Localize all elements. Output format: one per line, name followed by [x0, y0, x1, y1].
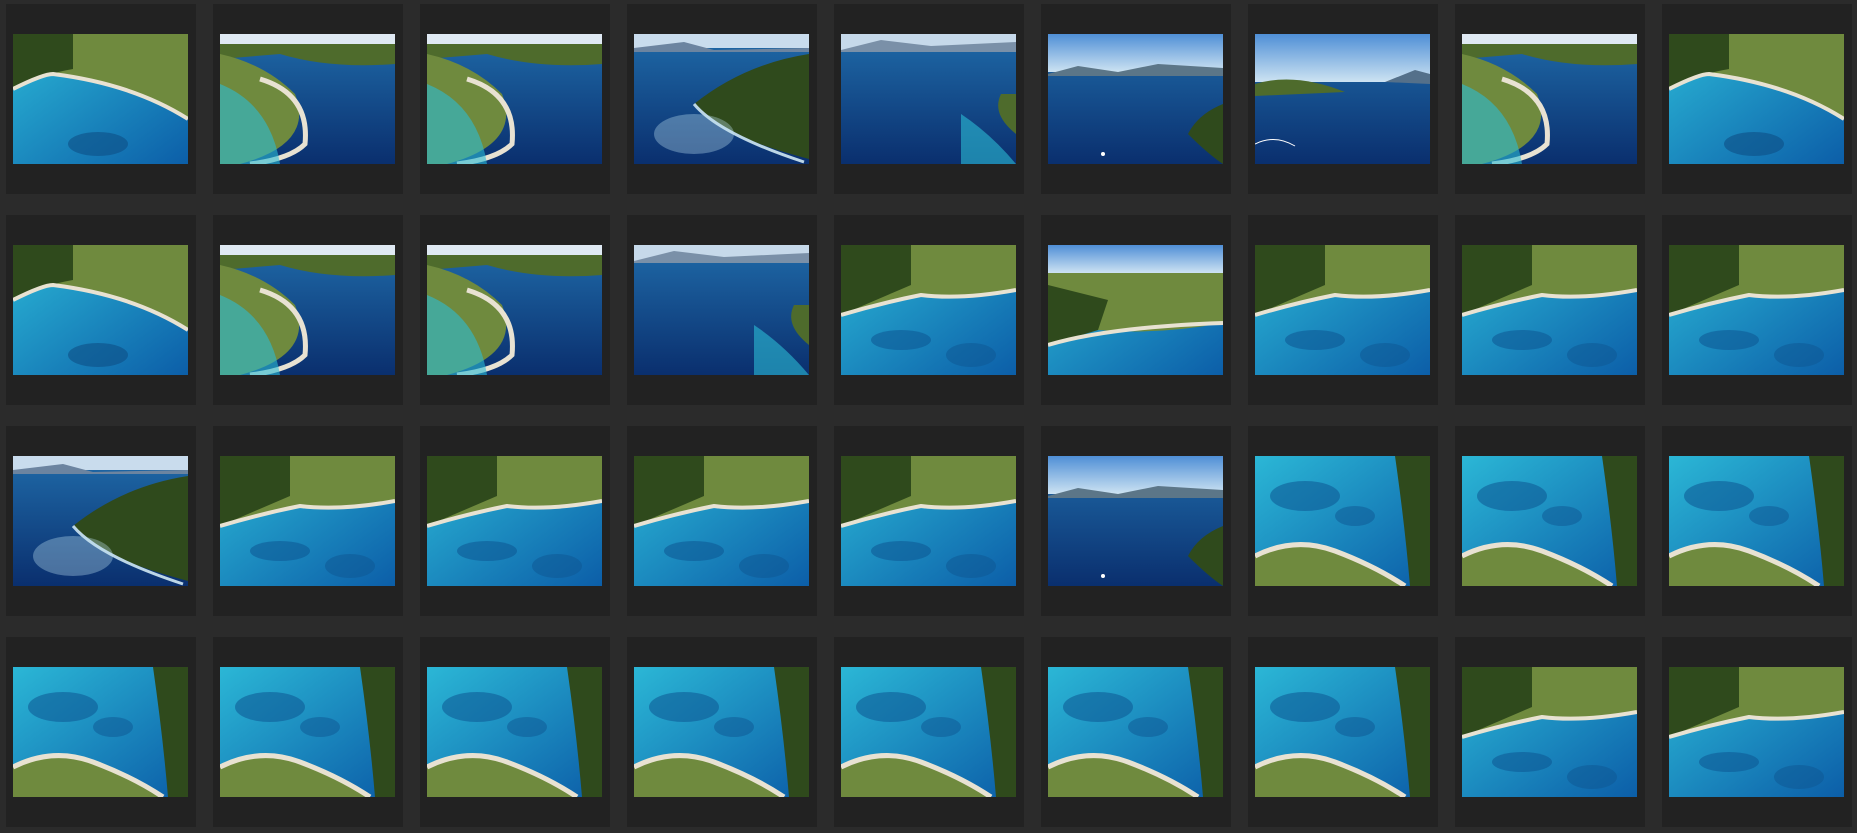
- thumbnail-image[interactable]: [841, 667, 1016, 797]
- thumbnail-cell[interactable]: [1662, 426, 1852, 616]
- thumbnail-cell[interactable]: [1662, 215, 1852, 405]
- thumbnail-image[interactable]: [1669, 667, 1844, 797]
- thumbnail-cell[interactable]: [1041, 215, 1231, 405]
- thumbnail-cell[interactable]: [1455, 637, 1645, 827]
- thumbnail-image[interactable]: [1048, 34, 1223, 164]
- thumbnail-cell[interactable]: [834, 637, 1024, 827]
- thumbnail-cell[interactable]: [1662, 4, 1852, 194]
- thumbnail-cell[interactable]: [213, 637, 403, 827]
- thumbnail-cell[interactable]: [1248, 215, 1438, 405]
- thumbnail-image[interactable]: [427, 34, 602, 164]
- thumbnail-cell[interactable]: [6, 637, 196, 827]
- thumbnail-image[interactable]: [220, 456, 395, 586]
- thumbnail-cell[interactable]: [1041, 4, 1231, 194]
- thumbnail-cell[interactable]: [213, 426, 403, 616]
- thumbnail-image[interactable]: [427, 456, 602, 586]
- thumbnail-image[interactable]: [220, 245, 395, 375]
- thumbnail-cell[interactable]: [1041, 426, 1231, 616]
- thumbnail-cell[interactable]: [627, 637, 817, 827]
- thumbnail-image[interactable]: [13, 34, 188, 164]
- thumbnail-cell[interactable]: [1248, 637, 1438, 827]
- thumbnail-cell[interactable]: [1455, 4, 1645, 194]
- thumbnail-image[interactable]: [841, 245, 1016, 375]
- thumbnail-cell[interactable]: [627, 426, 817, 616]
- thumbnail-cell[interactable]: [834, 4, 1024, 194]
- thumbnail-cell[interactable]: [6, 426, 196, 616]
- thumbnail-cell[interactable]: [627, 215, 817, 405]
- thumbnail-image[interactable]: [220, 667, 395, 797]
- thumbnail-image[interactable]: [634, 245, 809, 375]
- thumbnail-cell[interactable]: [420, 426, 610, 616]
- thumbnail-cell[interactable]: [1248, 426, 1438, 616]
- thumbnail-image[interactable]: [1255, 456, 1430, 586]
- thumbnail-image[interactable]: [1462, 34, 1637, 164]
- thumbnail-image[interactable]: [1255, 245, 1430, 375]
- thumbnail-image[interactable]: [1255, 34, 1430, 164]
- thumbnail-image[interactable]: [634, 34, 809, 164]
- thumbnail-cell[interactable]: [6, 4, 196, 194]
- thumbnail-image[interactable]: [1462, 456, 1637, 586]
- thumbnail-cell[interactable]: [213, 4, 403, 194]
- thumbnail-cell[interactable]: [627, 4, 817, 194]
- thumbnail-grid: [0, 0, 1857, 833]
- thumbnail-cell[interactable]: [1248, 4, 1438, 194]
- thumbnail-image[interactable]: [1255, 667, 1430, 797]
- thumbnail-image[interactable]: [1048, 667, 1223, 797]
- thumbnail-image[interactable]: [1462, 245, 1637, 375]
- thumbnail-image[interactable]: [427, 245, 602, 375]
- thumbnail-cell[interactable]: [420, 215, 610, 405]
- thumbnail-cell[interactable]: [1455, 215, 1645, 405]
- thumbnail-image[interactable]: [1048, 456, 1223, 586]
- thumbnail-image[interactable]: [634, 456, 809, 586]
- thumbnail-image[interactable]: [427, 667, 602, 797]
- thumbnail-cell[interactable]: [1662, 637, 1852, 827]
- thumbnail-cell[interactable]: [6, 215, 196, 405]
- thumbnail-image[interactable]: [13, 456, 188, 586]
- thumbnail-image[interactable]: [1669, 34, 1844, 164]
- thumbnail-image[interactable]: [1669, 456, 1844, 586]
- thumbnail-cell[interactable]: [420, 4, 610, 194]
- thumbnail-image[interactable]: [841, 34, 1016, 164]
- thumbnail-image[interactable]: [13, 245, 188, 375]
- thumbnail-cell[interactable]: [1455, 426, 1645, 616]
- thumbnail-image[interactable]: [1462, 667, 1637, 797]
- thumbnail-image[interactable]: [1048, 245, 1223, 375]
- thumbnail-cell[interactable]: [834, 215, 1024, 405]
- thumbnail-image[interactable]: [634, 667, 809, 797]
- thumbnail-cell[interactable]: [420, 637, 610, 827]
- thumbnail-cell[interactable]: [213, 215, 403, 405]
- thumbnail-cell[interactable]: [1041, 637, 1231, 827]
- thumbnail-image[interactable]: [1669, 245, 1844, 375]
- thumbnail-image[interactable]: [13, 667, 188, 797]
- thumbnail-image[interactable]: [220, 34, 395, 164]
- thumbnail-cell[interactable]: [834, 426, 1024, 616]
- thumbnail-image[interactable]: [841, 456, 1016, 586]
